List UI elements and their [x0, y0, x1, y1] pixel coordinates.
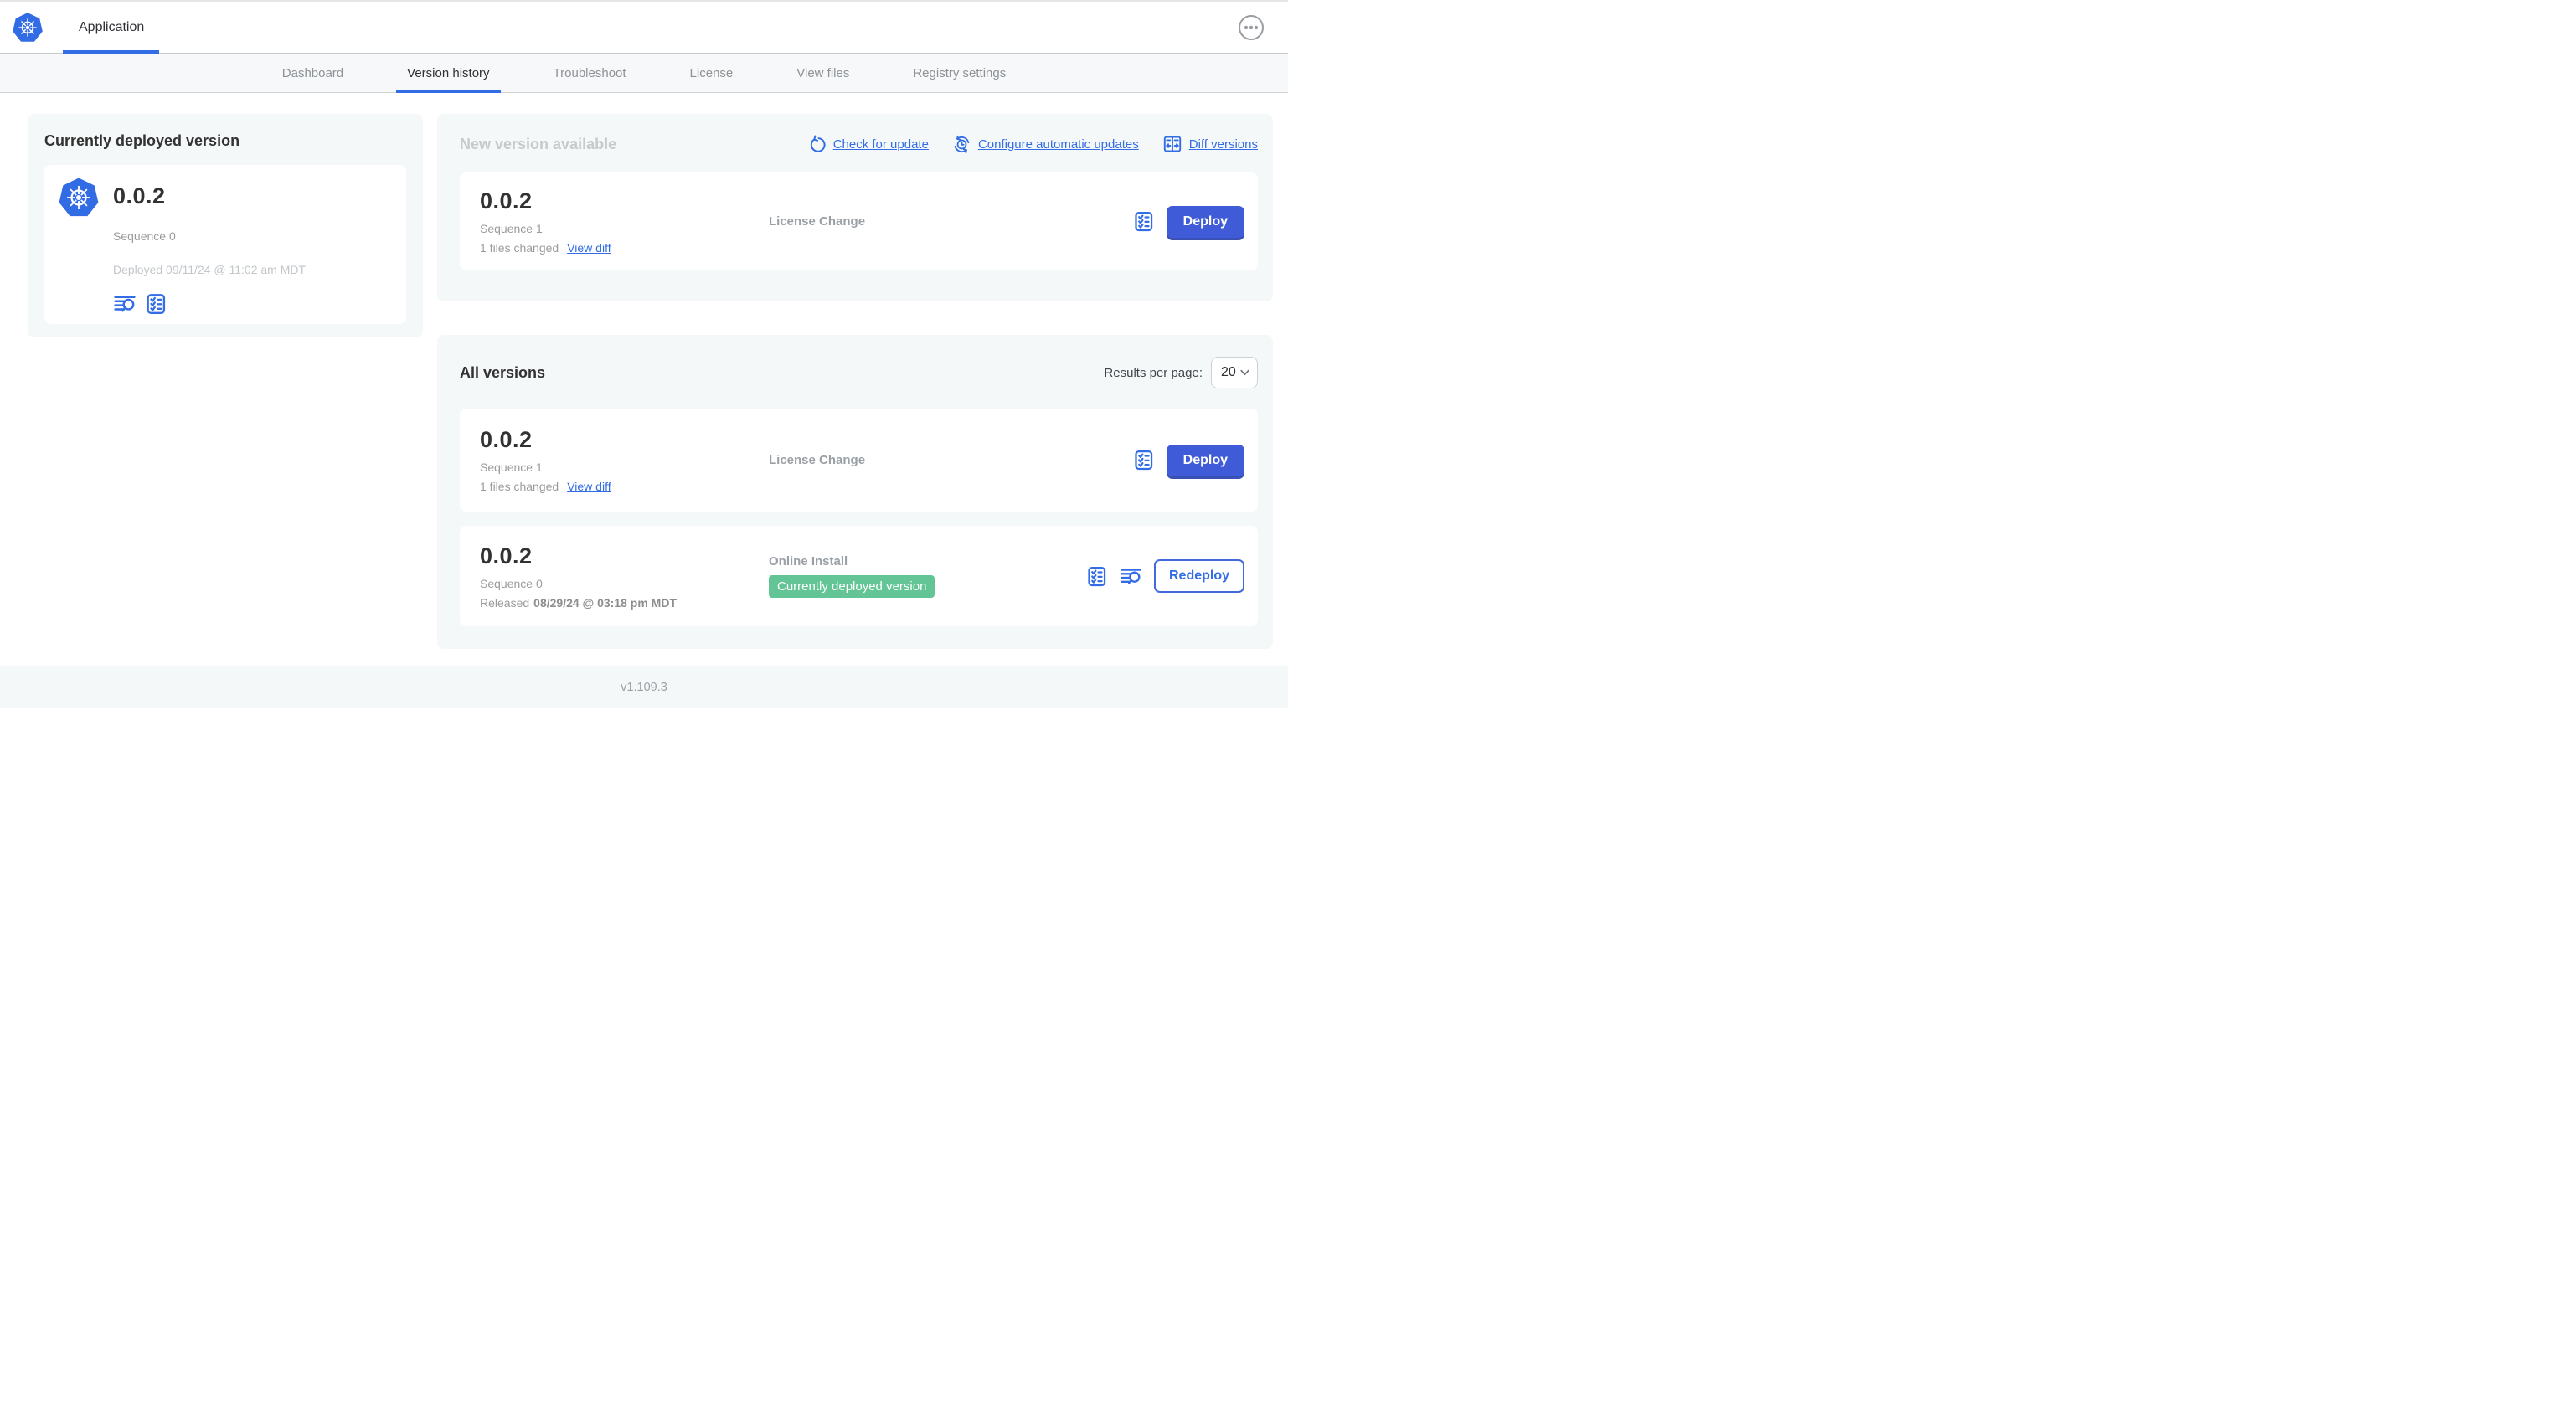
view-preflight-checklist-button[interactable] [144, 292, 167, 316]
version-actions: Deploy [1132, 444, 1244, 476]
app-title: Application [79, 19, 145, 34]
version-info: 0.0.2 Sequence 1 1 files changed View di… [480, 188, 769, 255]
view-preflight-checklist-button[interactable] [1132, 449, 1155, 471]
version-history-content: Currently deployed version 0.0.2 Sequenc… [0, 93, 1288, 649]
deployed-timestamp: Deployed 09/11/24 @ 11:02 am MDT [113, 263, 307, 276]
update-links: Check for update Configure automatic upd… [784, 134, 1258, 154]
checklist-icon [1135, 450, 1152, 471]
tab-version-history[interactable]: Version history [396, 54, 501, 93]
currently-deployed-details: 0.0.2 Sequence 0 Deployed 09/11/24 @ 11:… [113, 177, 307, 315]
version-sequence: Sequence 0 [480, 576, 543, 590]
currently-deployed-card: 0.0.2 Sequence 0 Deployed 09/11/24 @ 11:… [44, 165, 406, 324]
check-for-update-link[interactable]: Check for update [807, 135, 929, 154]
version-info: 0.0.2 Sequence 1 1 files changed View di… [480, 427, 769, 493]
version-sequence: Sequence 1 [480, 461, 543, 474]
admin-console-page: Application Dashboard Version history Tr… [0, 0, 1288, 708]
chevron-down-icon [1240, 369, 1249, 376]
checklist-icon [1135, 212, 1152, 232]
schedule-sync-icon [954, 135, 970, 153]
kubernetes-app-icon [58, 177, 100, 218]
nav-app-tab[interactable]: Application [62, 2, 160, 54]
console-footer: v1.109.3 [0, 666, 1288, 708]
new-version-card: 0.0.2 Sequence 1 1 files changed View di… [460, 172, 1258, 270]
logs-icon [114, 296, 136, 312]
currently-deployed-badge: Currently deployed version [769, 575, 935, 598]
all-versions-header: All versions Results per page: 20 [460, 357, 1258, 388]
files-changed-label: 1 files changed [480, 241, 559, 255]
top-navbar: Application [0, 0, 1288, 54]
results-per-page-value: 20 [1221, 365, 1236, 379]
version-number: 0.0.2 [480, 188, 533, 214]
released-date: 08/29/24 @ 03:18 pm MDT [533, 595, 677, 610]
view-preflight-checklist-button[interactable] [1132, 210, 1155, 233]
version-actions: Deploy [1132, 205, 1244, 238]
view-diff-link[interactable]: View diff [567, 480, 611, 493]
deployed-sequence: Sequence 0 [113, 229, 176, 243]
new-version-panel: New version available Check for update C… [437, 114, 1273, 301]
released-prefix: Released [480, 595, 530, 610]
version-source: License Change [769, 214, 1132, 229]
view-logs-button[interactable] [1120, 565, 1142, 588]
currently-deployed-panel: Currently deployed version 0.0.2 Sequenc… [28, 114, 423, 337]
kubernetes-logo-icon [12, 11, 44, 43]
version-info: 0.0.2 Sequence 0 Released 08/29/24 @ 03:… [480, 543, 769, 610]
logs-icon [1121, 568, 1141, 584]
all-versions-panel: All versions Results per page: 20 0.0.2 … [437, 335, 1273, 649]
results-per-page: Results per page: 20 [1104, 357, 1258, 388]
currently-deployed-title: Currently deployed version [44, 132, 240, 149]
version-meta: 1 files changed View diff [480, 241, 769, 255]
refresh-icon [810, 135, 826, 152]
version-actions: Redeploy [1085, 559, 1244, 593]
right-column: New version available Check for update C… [437, 114, 1273, 649]
checklist-icon [147, 294, 166, 315]
source-label: License Change [769, 452, 866, 467]
results-per-page-select[interactable]: 20 [1211, 357, 1258, 388]
deploy-button[interactable]: Deploy [1166, 444, 1244, 476]
version-released: Released 08/29/24 @ 03:18 pm MDT [480, 596, 769, 610]
new-version-header: New version available Check for update C… [460, 134, 1258, 154]
diff-versions-link[interactable]: Diff versions [1162, 134, 1258, 154]
view-diff-link[interactable]: View diff [567, 241, 611, 255]
tab-troubleshoot[interactable]: Troubleshoot [543, 54, 637, 92]
source-label: License Change [769, 214, 866, 229]
version-meta: 1 files changed View diff [480, 480, 769, 493]
version-source: Online Install Currently deployed versio… [769, 554, 1085, 598]
view-logs-button[interactable] [113, 292, 137, 316]
app-section-tabs: Dashboard Version history Troubleshoot L… [0, 54, 1288, 93]
all-versions-title: All versions [460, 363, 546, 381]
files-changed-label: 1 files changed [480, 480, 559, 493]
tab-dashboard[interactable]: Dashboard [271, 54, 354, 92]
redeploy-button[interactable]: Redeploy [1153, 559, 1244, 593]
deploy-button[interactable]: Deploy [1166, 205, 1244, 238]
checklist-icon [1088, 566, 1106, 586]
deployed-version-number: 0.0.2 [113, 183, 166, 208]
version-number: 0.0.2 [480, 543, 533, 569]
version-sequence: Sequence 1 [480, 222, 543, 235]
version-number: 0.0.2 [480, 427, 533, 452]
tab-registry-settings[interactable]: Registry settings [902, 54, 1017, 92]
view-preflight-checklist-button[interactable] [1085, 565, 1108, 588]
tab-license[interactable]: License [679, 54, 744, 92]
version-row: 0.0.2 Sequence 0 Released 08/29/24 @ 03:… [460, 526, 1258, 626]
console-version-label: v1.109.3 [621, 680, 667, 694]
tab-view-files[interactable]: View files [786, 54, 860, 92]
new-version-title: New version available [460, 135, 617, 152]
source-label: Online Install [769, 554, 848, 569]
overflow-menu-button[interactable] [1238, 14, 1265, 41]
configure-automatic-updates-link[interactable]: Configure automatic updates [952, 135, 1139, 154]
results-per-page-label: Results per page: [1104, 365, 1203, 380]
version-row: 0.0.2 Sequence 1 1 files changed View di… [460, 409, 1258, 512]
version-source: License Change [769, 453, 1132, 468]
diff-icon [1163, 136, 1181, 152]
deployed-actions [113, 292, 306, 316]
ellipsis-icon [1239, 14, 1264, 40]
